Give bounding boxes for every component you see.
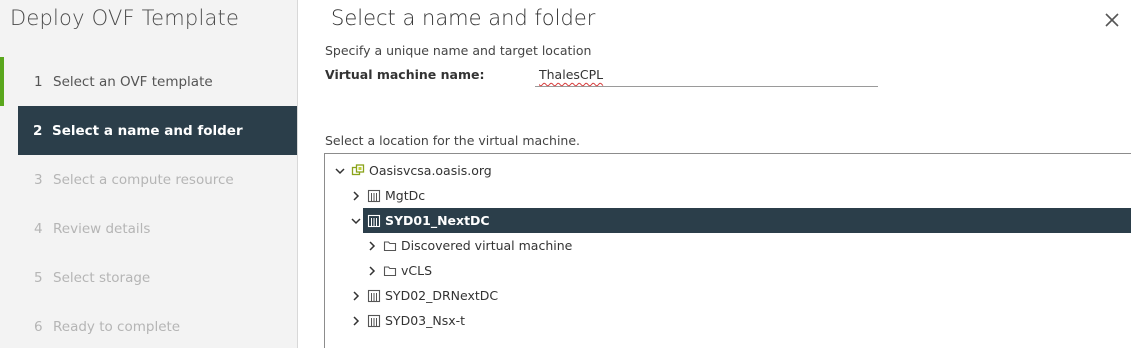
tree-node-label: SYD03_Nsx-t bbox=[385, 313, 466, 328]
tree-node-label: MgtDc bbox=[385, 188, 426, 203]
tree-node-discovered-vm[interactable]: Discovered virtual machine bbox=[365, 233, 572, 258]
step-label: Select storage bbox=[53, 269, 151, 286]
wizard-sidebar: Deploy OVF Template 1 Select an OVF temp… bbox=[0, 0, 298, 348]
vm-name-input[interactable] bbox=[535, 65, 878, 87]
tree-node-syd03-nsx-t[interactable]: SYD03_Nsx-t bbox=[349, 308, 465, 333]
tree-node-label: vCLS bbox=[401, 263, 433, 278]
chevron-right-icon[interactable] bbox=[365, 264, 379, 278]
location-label: Select a location for the virtual machin… bbox=[325, 133, 581, 148]
tree-node-syd02-drnextdc[interactable]: SYD02_DRNextDC bbox=[349, 283, 498, 308]
datacenter-icon bbox=[367, 289, 381, 302]
folder-icon bbox=[383, 240, 397, 251]
step-select-compute-resource: 3 Select a compute resource bbox=[0, 155, 297, 204]
vcenter-icon bbox=[351, 163, 365, 175]
page-title: Select a name and folder bbox=[331, 6, 596, 30]
step-label: Select a compute resource bbox=[53, 171, 234, 188]
step-label: Select a name and folder bbox=[52, 122, 243, 139]
step-number: 4 bbox=[34, 220, 43, 237]
chevron-right-icon[interactable] bbox=[349, 189, 363, 203]
step-label: Review details bbox=[53, 220, 151, 237]
folder-icon bbox=[383, 265, 397, 276]
tree-node-vcls[interactable]: vCLS bbox=[365, 258, 432, 283]
vm-name-label: Virtual machine name: bbox=[325, 67, 485, 82]
step-number: 2 bbox=[33, 122, 43, 139]
step-number: 6 bbox=[34, 318, 43, 335]
step-select-ovf-template[interactable]: 1 Select an OVF template bbox=[0, 57, 297, 106]
chevron-down-icon[interactable] bbox=[333, 164, 347, 178]
step-number: 1 bbox=[34, 73, 43, 90]
step-select-name-folder[interactable]: 2 Select a name and folder bbox=[18, 106, 297, 155]
datacenter-icon bbox=[367, 314, 381, 327]
chevron-right-icon[interactable] bbox=[349, 314, 363, 328]
step-number: 5 bbox=[34, 269, 43, 286]
chevron-down-icon[interactable] bbox=[349, 214, 363, 228]
step-review-details: 4 Review details bbox=[0, 204, 297, 253]
tree-node-label: Discovered virtual machine bbox=[401, 238, 573, 253]
tree-node-label: SYD02_DRNextDC bbox=[385, 288, 499, 303]
step-select-storage: 5 Select storage bbox=[0, 253, 297, 302]
datacenter-icon bbox=[367, 214, 381, 227]
close-icon[interactable] bbox=[1101, 9, 1123, 31]
tree-node-label: Oasisvcsa.oasis.org bbox=[369, 163, 492, 178]
tree-node-syd01-nextdc[interactable]: SYD01_NextDC bbox=[351, 208, 1131, 233]
tree-node-root[interactable]: Oasisvcsa.oasis.org bbox=[333, 158, 492, 183]
location-tree: Oasisvcsa.oasis.org MgtDc SYD01_NextDC D… bbox=[324, 153, 1131, 348]
step-label: Ready to complete bbox=[53, 318, 181, 335]
tree-node-label: SYD01_NextDC bbox=[385, 213, 490, 228]
wizard-title: Deploy OVF Template bbox=[10, 6, 240, 30]
step-label: Select an OVF template bbox=[53, 73, 213, 90]
chevron-right-icon[interactable] bbox=[365, 239, 379, 253]
wizard-steps: 1 Select an OVF template 2 Select a name… bbox=[0, 57, 297, 351]
chevron-right-icon[interactable] bbox=[349, 289, 363, 303]
step-ready-to-complete: 6 Ready to complete bbox=[0, 302, 297, 351]
tree-node-mgtdc[interactable]: MgtDc bbox=[349, 183, 425, 208]
datacenter-icon bbox=[367, 189, 381, 202]
step-number: 3 bbox=[34, 171, 43, 188]
page-subtitle: Specify a unique name and target locatio… bbox=[325, 43, 592, 58]
